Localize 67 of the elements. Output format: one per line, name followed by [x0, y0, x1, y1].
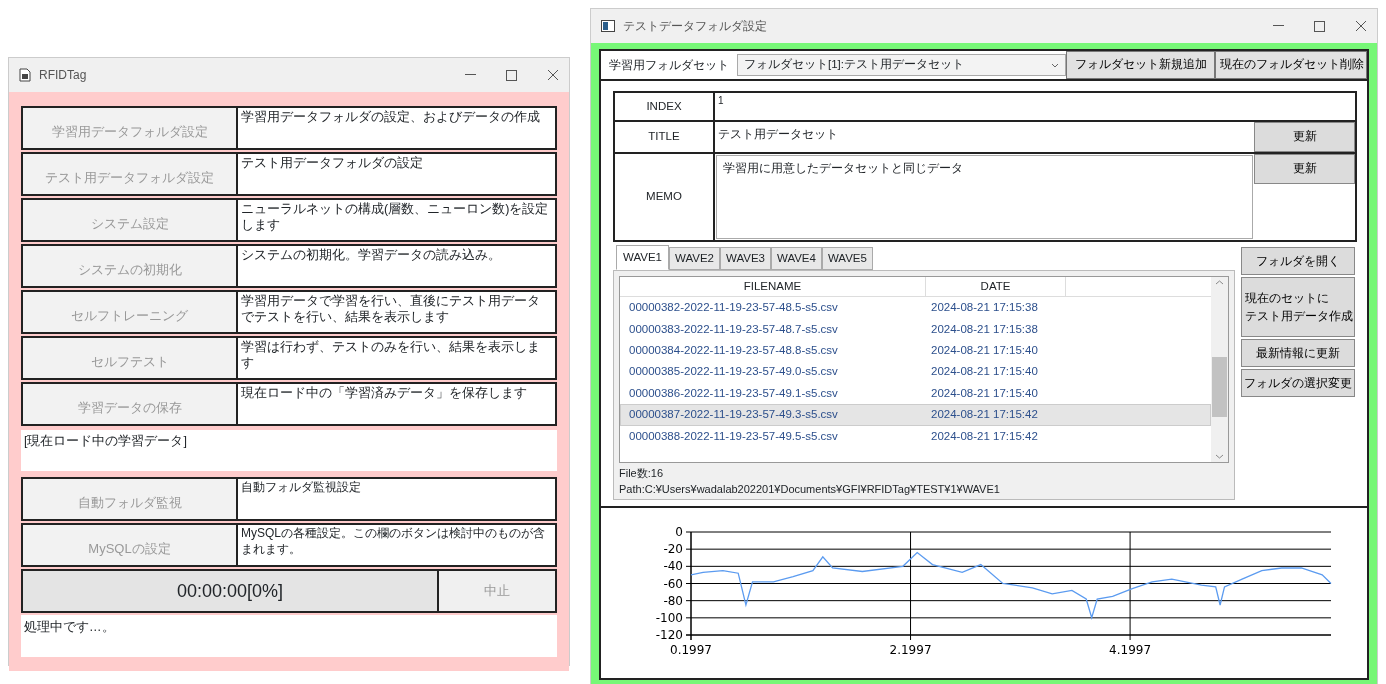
close-icon[interactable]	[1355, 20, 1367, 32]
index-value: 1	[717, 94, 725, 108]
file-row[interactable]: 00000386-2022-11-19-23-57-49.1-s5.csv 2024-08-21 17:15:40	[620, 382, 1211, 405]
side-button[interactable]: フォルダの選択変更	[1241, 369, 1355, 397]
file-row[interactable]: 00000384-2022-11-19-23-57-48.8-s5.csv 2024-08-21 17:15:40	[620, 340, 1211, 362]
toolbar-button[interactable]: フォルダセット新規追加	[1066, 51, 1215, 79]
y-tick-label: -20	[663, 542, 683, 557]
description-text: MySQLの各種設定。この欄のボタンは検討中のものが含まれます。	[240, 525, 546, 558]
column-header[interactable]: DATE	[926, 277, 1066, 297]
memo-field[interactable]: 学習用に用意したデータセットと同じデータ	[716, 155, 1253, 239]
description-text: システムの初期化。学習データの読み込み。	[240, 247, 502, 264]
maximize-icon[interactable]	[1314, 20, 1325, 32]
folder-set-label: 学習用フォルダセット	[608, 57, 730, 74]
update-button[interactable]: 更新	[1254, 122, 1355, 152]
field-label: INDEX	[615, 93, 715, 120]
y-tick-label: 0	[675, 525, 683, 540]
wave-tab[interactable]: WAVE2	[669, 247, 720, 271]
column-header[interactable]: FILENAME	[620, 277, 926, 297]
y-tick-label: -40	[663, 559, 683, 574]
file-row[interactable]: 00000383-2022-11-19-23-57-48.7-s5.csv 2024-08-21 17:15:38	[620, 318, 1211, 341]
path-text: Path:C:¥Users¥wadalab202201¥Documents¥GFI¥RFIDTag¥TEST¥1¥WAVE1	[618, 482, 1001, 498]
window-title: テストデータフォルダ設定	[623, 18, 767, 35]
minimize-icon[interactable]	[465, 74, 476, 76]
chevron-down-icon	[1051, 62, 1060, 68]
field-label: MEMO	[615, 154, 715, 240]
status-text: 処理中です…。	[21, 615, 557, 657]
description-text: 学習は行わず、テストのみを行い、結果を表示します	[240, 339, 541, 373]
file-row[interactable]: 00000385-2022-11-19-23-57-49.0-s5.csv 2024-08-21 17:15:40	[620, 361, 1211, 383]
wave-tab[interactable]: WAVE5	[821, 247, 873, 271]
y-tick-label: -80	[663, 593, 683, 608]
scrollbar[interactable]	[1211, 277, 1228, 463]
wave-tab[interactable]: WAVE4	[770, 247, 822, 271]
description-text: 学習用データフォルダの設定、およびデータの作成	[240, 109, 541, 126]
x-tick-label: 4.1997	[1109, 643, 1152, 658]
side-button[interactable]: フォルダを開く	[1241, 247, 1355, 275]
folder-set-dropdown[interactable]: フォルダセット[1]:テスト用データセット	[737, 54, 1067, 76]
window-icon	[601, 20, 615, 32]
description-text: 学習用データで学習を行い、直後にテスト用データでテストを行い、結果を表示します	[240, 293, 541, 327]
y-tick-label: -120	[655, 628, 683, 643]
y-tick-label: -60	[663, 576, 683, 591]
toolbar-button[interactable]: 現在のフォルダセット削除	[1215, 51, 1367, 79]
close-icon[interactable]	[547, 69, 559, 81]
description-text: テスト用データフォルダの設定	[240, 155, 424, 172]
window-title: RFIDTag	[39, 67, 87, 84]
file-row[interactable]: 00000387-2022-11-19-23-57-49.3-s5.csv 2024-08-21 17:15:42	[620, 404, 1211, 426]
description-text: 自動フォルダ監視設定	[240, 479, 362, 496]
x-tick-label: 2.1997	[889, 643, 932, 658]
scroll-down-icon[interactable]	[1215, 454, 1224, 460]
y-tick-label: -100	[655, 610, 683, 625]
x-tick-label: 0.1997	[670, 643, 712, 658]
update-button[interactable]: 更新	[1254, 154, 1355, 184]
title-value: テスト用データセット	[717, 127, 839, 142]
side-button[interactable]: 最新情報に更新	[1241, 339, 1355, 367]
maximize-icon[interactable]	[506, 69, 517, 81]
side-button[interactable]: 現在のセットに テスト用データ作成	[1241, 277, 1355, 337]
description-text: 現在ロード中の「学習済みデータ」を保存します	[240, 385, 528, 402]
field-label: TITLE	[615, 122, 715, 152]
wave-tab[interactable]: WAVE1	[616, 245, 669, 271]
file-row[interactable]: 00000388-2022-11-19-23-57-49.5-s5.csv 2024-08-21 17:15:42	[620, 425, 1211, 447]
minimize-icon[interactable]	[1273, 25, 1284, 27]
description-text: ニューラルネットの構成(層数、ニューロン数)を設定します	[240, 201, 550, 235]
scroll-up-icon[interactable]	[1215, 280, 1224, 286]
file-row[interactable]: 00000382-2022-11-19-23-57-48.5-s5.csv 2024-08-21 17:15:38	[620, 297, 1211, 319]
file-count-text: File数:16	[618, 466, 665, 482]
wave-tab[interactable]: WAVE3	[719, 247, 771, 271]
loaded-data-box: [現在ロード中の学習データ]	[21, 430, 557, 471]
document-icon	[19, 68, 31, 82]
